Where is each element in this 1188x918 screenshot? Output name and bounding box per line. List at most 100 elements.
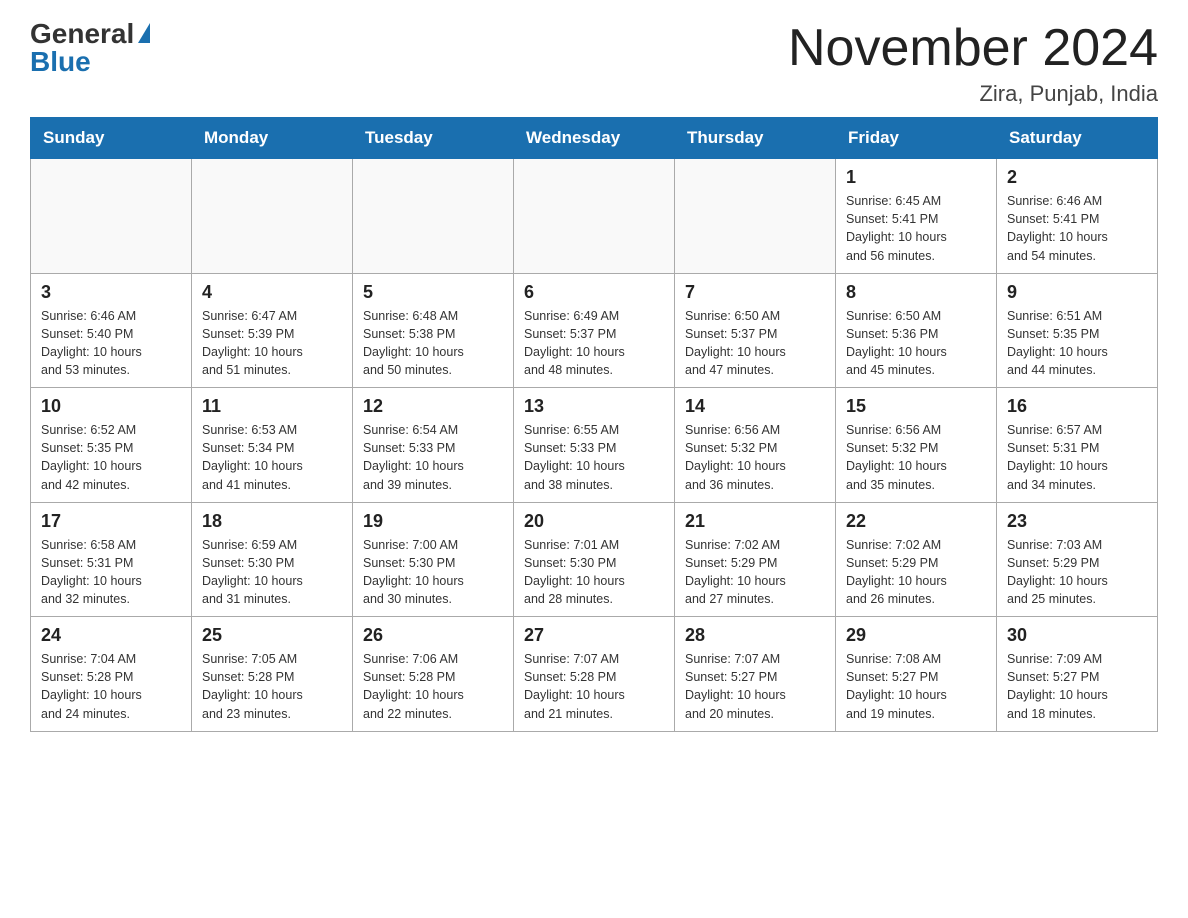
day-info: Sunrise: 6:58 AM Sunset: 5:31 PM Dayligh… — [41, 536, 181, 609]
day-number: 8 — [846, 282, 986, 303]
day-number: 9 — [1007, 282, 1147, 303]
day-number: 16 — [1007, 396, 1147, 417]
weekday-header-friday: Friday — [836, 118, 997, 159]
title-area: November 2024 Zira, Punjab, India — [788, 20, 1158, 107]
day-number: 10 — [41, 396, 181, 417]
logo-triangle-icon — [138, 23, 150, 43]
day-number: 19 — [363, 511, 503, 532]
week-row-3: 10 Sunrise: 6:52 AM Sunset: 5:35 PM Dayli… — [31, 388, 1158, 503]
day-info: Sunrise: 6:53 AM Sunset: 5:34 PM Dayligh… — [202, 421, 342, 494]
calendar-cell: 27 Sunrise: 7:07 AM Sunset: 5:28 PM Dayli… — [514, 617, 675, 732]
day-number: 30 — [1007, 625, 1147, 646]
calendar-cell: 24 Sunrise: 7:04 AM Sunset: 5:28 PM Dayli… — [31, 617, 192, 732]
day-number: 3 — [41, 282, 181, 303]
calendar-cell: 1 Sunrise: 6:45 AM Sunset: 5:41 PM Daylig… — [836, 159, 997, 274]
day-number: 15 — [846, 396, 986, 417]
day-info: Sunrise: 6:46 AM Sunset: 5:40 PM Dayligh… — [41, 307, 181, 380]
day-number: 1 — [846, 167, 986, 188]
day-info: Sunrise: 6:55 AM Sunset: 5:33 PM Dayligh… — [524, 421, 664, 494]
calendar-table: SundayMondayTuesdayWednesdayThursdayFrid… — [30, 117, 1158, 732]
day-info: Sunrise: 7:04 AM Sunset: 5:28 PM Dayligh… — [41, 650, 181, 723]
day-info: Sunrise: 6:57 AM Sunset: 5:31 PM Dayligh… — [1007, 421, 1147, 494]
logo: General Blue — [30, 20, 150, 76]
day-info: Sunrise: 6:49 AM Sunset: 5:37 PM Dayligh… — [524, 307, 664, 380]
calendar-cell: 23Sunrise: 7:03 AM Sunset: 5:29 PM Dayli… — [997, 502, 1158, 617]
calendar-cell: 12 Sunrise: 6:54 AM Sunset: 5:33 PM Dayli… — [353, 388, 514, 503]
day-number: 17 — [41, 511, 181, 532]
day-info: Sunrise: 6:50 AM Sunset: 5:37 PM Dayligh… — [685, 307, 825, 380]
calendar-cell: 22Sunrise: 7:02 AM Sunset: 5:29 PM Dayli… — [836, 502, 997, 617]
day-info: Sunrise: 6:46 AM Sunset: 5:41 PM Dayligh… — [1007, 192, 1147, 265]
day-number: 4 — [202, 282, 342, 303]
calendar-cell — [192, 159, 353, 274]
calendar-cell: 4Sunrise: 6:47 AM Sunset: 5:39 PM Daylig… — [192, 273, 353, 388]
weekday-header-tuesday: Tuesday — [353, 118, 514, 159]
calendar-cell — [514, 159, 675, 274]
day-number: 29 — [846, 625, 986, 646]
week-row-4: 17 Sunrise: 6:58 AM Sunset: 5:31 PM Dayli… — [31, 502, 1158, 617]
day-info: Sunrise: 6:56 AM Sunset: 5:32 PM Dayligh… — [846, 421, 986, 494]
day-info: Sunrise: 7:00 AM Sunset: 5:30 PM Dayligh… — [363, 536, 503, 609]
week-row-1: 1 Sunrise: 6:45 AM Sunset: 5:41 PM Daylig… — [31, 159, 1158, 274]
day-info: Sunrise: 7:07 AM Sunset: 5:28 PM Dayligh… — [524, 650, 664, 723]
day-info: Sunrise: 6:56 AM Sunset: 5:32 PM Dayligh… — [685, 421, 825, 494]
day-number: 24 — [41, 625, 181, 646]
calendar-cell: 5 Sunrise: 6:48 AM Sunset: 5:38 PM Daylig… — [353, 273, 514, 388]
day-number: 2 — [1007, 167, 1147, 188]
day-info: Sunrise: 6:59 AM Sunset: 5:30 PM Dayligh… — [202, 536, 342, 609]
calendar-cell: 19 Sunrise: 7:00 AM Sunset: 5:30 PM Dayli… — [353, 502, 514, 617]
day-info: Sunrise: 7:08 AM Sunset: 5:27 PM Dayligh… — [846, 650, 986, 723]
calendar-cell: 16 Sunrise: 6:57 AM Sunset: 5:31 PM Dayli… — [997, 388, 1158, 503]
weekday-header-monday: Monday — [192, 118, 353, 159]
day-info: Sunrise: 6:54 AM Sunset: 5:33 PM Dayligh… — [363, 421, 503, 494]
calendar-cell: 8 Sunrise: 6:50 AM Sunset: 5:36 PM Daylig… — [836, 273, 997, 388]
calendar-cell: 11 Sunrise: 6:53 AM Sunset: 5:34 PM Dayli… — [192, 388, 353, 503]
calendar-cell: 3 Sunrise: 6:46 AM Sunset: 5:40 PM Daylig… — [31, 273, 192, 388]
week-row-2: 3 Sunrise: 6:46 AM Sunset: 5:40 PM Daylig… — [31, 273, 1158, 388]
day-number: 11 — [202, 396, 342, 417]
calendar-cell: 9 Sunrise: 6:51 AM Sunset: 5:35 PM Daylig… — [997, 273, 1158, 388]
day-info: Sunrise: 6:45 AM Sunset: 5:41 PM Dayligh… — [846, 192, 986, 265]
day-info: Sunrise: 7:02 AM Sunset: 5:29 PM Dayligh… — [685, 536, 825, 609]
weekday-header-row: SundayMondayTuesdayWednesdayThursdayFrid… — [31, 118, 1158, 159]
calendar-cell: 28 Sunrise: 7:07 AM Sunset: 5:27 PM Dayli… — [675, 617, 836, 732]
day-number: 14 — [685, 396, 825, 417]
week-row-5: 24 Sunrise: 7:04 AM Sunset: 5:28 PM Dayli… — [31, 617, 1158, 732]
day-info: Sunrise: 6:50 AM Sunset: 5:36 PM Dayligh… — [846, 307, 986, 380]
day-number: 5 — [363, 282, 503, 303]
calendar-cell: 13 Sunrise: 6:55 AM Sunset: 5:33 PM Dayli… — [514, 388, 675, 503]
calendar-cell: 30 Sunrise: 7:09 AM Sunset: 5:27 PM Dayli… — [997, 617, 1158, 732]
header: General Blue November 2024 Zira, Punjab,… — [30, 20, 1158, 107]
calendar-cell — [675, 159, 836, 274]
day-number: 7 — [685, 282, 825, 303]
calendar-cell: 26Sunrise: 7:06 AM Sunset: 5:28 PM Dayli… — [353, 617, 514, 732]
day-number: 28 — [685, 625, 825, 646]
calendar-cell: 18Sunrise: 6:59 AM Sunset: 5:30 PM Dayli… — [192, 502, 353, 617]
day-number: 20 — [524, 511, 664, 532]
weekday-header-saturday: Saturday — [997, 118, 1158, 159]
day-info: Sunrise: 7:06 AM Sunset: 5:28 PM Dayligh… — [363, 650, 503, 723]
weekday-header-thursday: Thursday — [675, 118, 836, 159]
day-info: Sunrise: 6:51 AM Sunset: 5:35 PM Dayligh… — [1007, 307, 1147, 380]
month-title: November 2024 — [788, 20, 1158, 77]
logo-general-text: General — [30, 20, 134, 48]
day-info: Sunrise: 7:01 AM Sunset: 5:30 PM Dayligh… — [524, 536, 664, 609]
calendar-cell — [353, 159, 514, 274]
day-number: 25 — [202, 625, 342, 646]
day-number: 23 — [1007, 511, 1147, 532]
day-info: Sunrise: 6:52 AM Sunset: 5:35 PM Dayligh… — [41, 421, 181, 494]
day-number: 13 — [524, 396, 664, 417]
calendar-cell — [31, 159, 192, 274]
calendar-cell: 17 Sunrise: 6:58 AM Sunset: 5:31 PM Dayli… — [31, 502, 192, 617]
calendar-cell: 29 Sunrise: 7:08 AM Sunset: 5:27 PM Dayli… — [836, 617, 997, 732]
day-info: Sunrise: 7:09 AM Sunset: 5:27 PM Dayligh… — [1007, 650, 1147, 723]
day-number: 6 — [524, 282, 664, 303]
day-info: Sunrise: 7:02 AM Sunset: 5:29 PM Dayligh… — [846, 536, 986, 609]
calendar-cell: 25 Sunrise: 7:05 AM Sunset: 5:28 PM Dayli… — [192, 617, 353, 732]
day-number: 12 — [363, 396, 503, 417]
day-info: Sunrise: 7:05 AM Sunset: 5:28 PM Dayligh… — [202, 650, 342, 723]
logo-blue-text: Blue — [30, 48, 91, 76]
day-number: 27 — [524, 625, 664, 646]
day-info: Sunrise: 6:48 AM Sunset: 5:38 PM Dayligh… — [363, 307, 503, 380]
day-info: Sunrise: 7:07 AM Sunset: 5:27 PM Dayligh… — [685, 650, 825, 723]
